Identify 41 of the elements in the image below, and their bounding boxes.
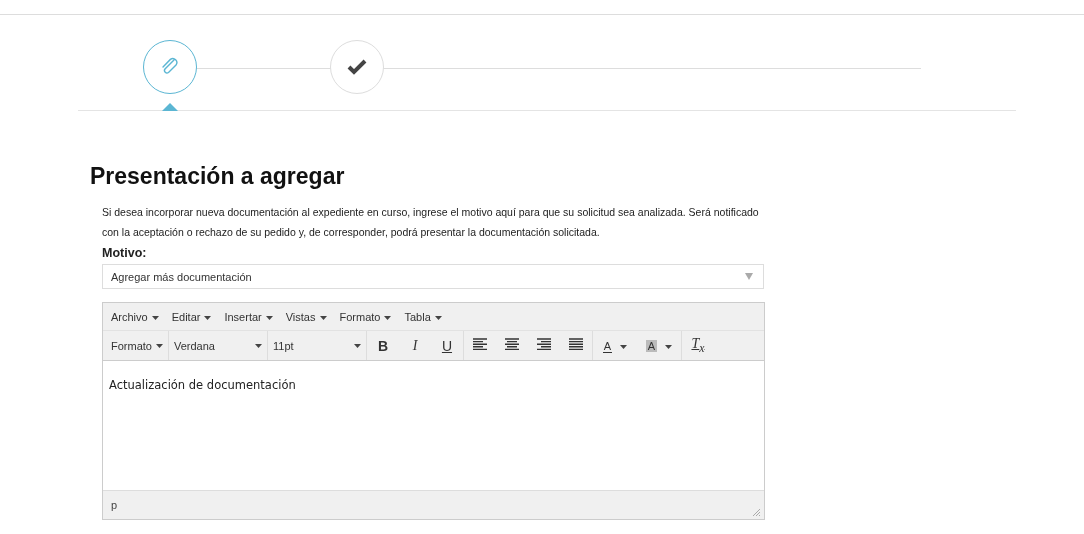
dropdown-arrow-icon [745,273,753,280]
field-label: Motivo: [102,246,148,260]
align-right-icon[interactable] [536,337,551,351]
caret-icon [254,343,262,348]
menu-item[interactable]: Editar [166,310,217,323]
toolbar-dropdown[interactable]: Formato [106,331,169,360]
highlight-color-button[interactable]: A [636,339,681,352]
toolbar-dropdown[interactable]: Verdana [168,331,268,360]
menu-item[interactable]: Vistas [280,310,332,323]
menu-item[interactable]: Insertar [219,310,278,323]
italic-button[interactable]: I [398,337,431,354]
menu-item[interactable]: Formato [334,310,397,323]
text-color-button[interactable]: A [592,339,637,352]
check-icon [347,59,367,75]
resize-handle-icon[interactable] [752,508,760,516]
step-indicator[interactable] [330,40,384,94]
toolbar-dropdown[interactable]: 11pt [267,331,367,360]
pointer-icon [162,103,178,111]
caret-icon [155,343,163,348]
editor-text: Actualización de documentación [109,378,296,392]
element-path: p [111,499,118,511]
caret-icon [151,315,159,320]
underline-button[interactable]: U [430,337,463,354]
page-title: Presentación a agregar [90,163,346,190]
caret-icon [665,344,673,349]
caret-icon [384,315,392,320]
caret-icon [353,343,361,348]
menu-item[interactable]: Archivo [106,310,164,323]
bold-button[interactable]: B [366,337,399,354]
align-left-icon[interactable] [472,337,487,351]
description-text: Si desea incorporar nueva documentación al expediente en curso, ingrese el motivo aquí para que su solicitud sea analizada. Será notificado con la aceptación o rechazo de su pedido y, de corresponder, podrá presentar la documentación solicitada. [102,205,760,240]
caret-icon [434,315,442,320]
caret-icon [319,315,327,320]
align-justify-icon[interactable] [568,337,583,351]
reason-dropdown[interactable]: Agregar más documentación [102,264,764,289]
align-center-icon[interactable] [504,337,519,351]
caret-icon [620,344,628,349]
caret-icon [204,315,212,320]
menu-item[interactable]: Tabla [399,310,447,323]
clear-formatting-button[interactable]: T$_{x}$ [681,336,714,355]
caret-icon [265,315,273,320]
